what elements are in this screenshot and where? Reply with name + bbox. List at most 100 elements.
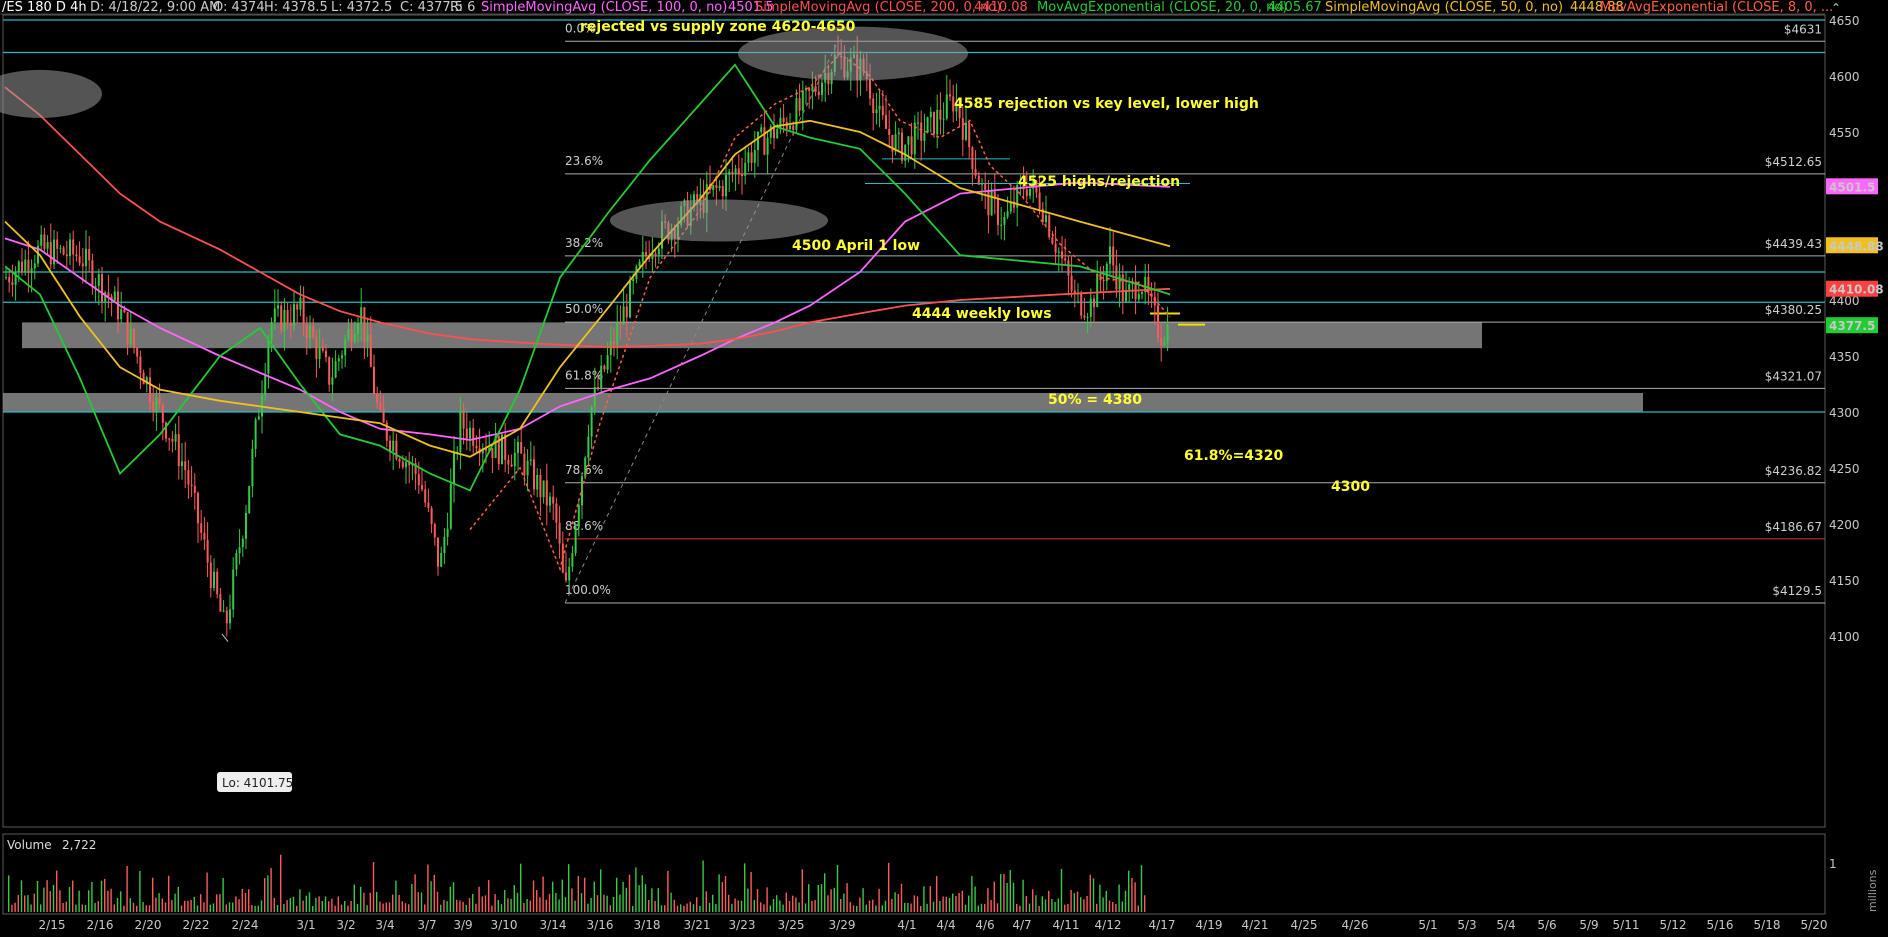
candle-body xyxy=(56,239,59,249)
volume-bar xyxy=(366,905,368,912)
volume-bar xyxy=(763,904,765,912)
candle-body xyxy=(376,393,379,403)
volume-bar xyxy=(1134,882,1136,912)
volume-bar xyxy=(488,880,490,912)
volume-bar xyxy=(1096,903,1098,912)
volume-bar xyxy=(977,905,979,912)
date-tick-label: 4/26 xyxy=(1342,918,1369,932)
volume-bar xyxy=(72,880,74,912)
candle-body xyxy=(81,263,84,267)
study-label-3[interactable]: MovAvgExponential (CLOSE, 20, 0, no) xyxy=(1037,0,1287,15)
fib-pct-label: 38.2% xyxy=(565,236,603,250)
candle-body xyxy=(555,503,558,523)
volume-bar xyxy=(667,870,669,912)
date-tick-label: 3/7 xyxy=(417,918,436,932)
highlight-ellipse xyxy=(610,199,828,242)
date-tick-label: 2/15 xyxy=(39,918,66,932)
candle-body xyxy=(782,117,785,123)
candle-body xyxy=(811,86,814,91)
volume-bar xyxy=(334,905,336,912)
candle-body xyxy=(363,307,366,342)
candle-body xyxy=(933,111,935,135)
candle-body xyxy=(536,475,539,490)
candle-body xyxy=(945,94,948,119)
candle-body xyxy=(984,183,987,190)
volume-bar xyxy=(731,903,733,912)
candle-body xyxy=(897,132,900,135)
candle-body xyxy=(654,253,657,255)
candle-body xyxy=(625,306,628,318)
volume-bar xyxy=(948,897,951,912)
volume-bar xyxy=(990,900,992,912)
volume-bar xyxy=(664,905,666,912)
candle-body xyxy=(718,186,721,189)
volume-bar xyxy=(718,874,720,912)
candle-body xyxy=(267,339,270,374)
candle-body xyxy=(1057,251,1060,253)
volume-bar xyxy=(283,903,285,912)
date-tick-label: 4/1 xyxy=(897,918,916,932)
chevron-icon[interactable]: ⌃ xyxy=(1831,1,1841,15)
candle-body xyxy=(270,322,273,340)
fib-pct-label: 23.6% xyxy=(565,154,603,168)
candle-body xyxy=(885,115,887,129)
volume-bar xyxy=(897,894,899,912)
volume-bar xyxy=(203,902,205,912)
candle-body xyxy=(101,274,103,302)
candle-body xyxy=(923,132,926,141)
candle-body xyxy=(430,508,433,525)
volume-bar xyxy=(696,897,698,912)
volume-bar xyxy=(1073,893,1075,912)
candle-body xyxy=(968,122,971,148)
volume-bar xyxy=(206,872,208,912)
candle-body xyxy=(491,448,494,458)
volume-bar xyxy=(945,896,947,912)
symbol-label[interactable]: /ES 180 D 4h xyxy=(2,0,87,15)
candle-body xyxy=(369,334,372,367)
candle-body xyxy=(126,312,129,345)
study-label-5[interactable]: MovAvgExponential (CLOSE, 8, 0, ... xyxy=(1600,0,1833,15)
volume-bar xyxy=(622,881,624,912)
volume-bar xyxy=(68,887,71,912)
candle-body xyxy=(341,355,343,359)
study-label-2[interactable]: SimpleMovingAvg (CLOSE, 200, 0, no) xyxy=(755,0,1001,15)
candle-body xyxy=(62,247,65,255)
volume-bar xyxy=(811,900,813,912)
candle-body xyxy=(549,496,551,506)
candle-body xyxy=(331,377,334,385)
volume-bar xyxy=(740,900,743,912)
volume-bar xyxy=(126,866,128,912)
date-tick-label: 3/1 xyxy=(296,918,315,932)
volume-bar xyxy=(708,902,711,912)
volume-bar xyxy=(776,895,778,912)
candle-body xyxy=(305,324,308,339)
chart-canvas[interactable]: /ES 180 D 4h D: 4/18/22, 9:00 AM O: 4374… xyxy=(0,0,1888,937)
candle-body xyxy=(817,91,820,96)
candle-body xyxy=(158,396,161,405)
candle-body xyxy=(731,171,734,174)
study-value-3: 4405.67 xyxy=(1268,0,1322,15)
date-tick-label: 4/19 xyxy=(1196,918,1223,932)
volume-bar xyxy=(641,875,643,912)
candle-body xyxy=(552,496,555,504)
candle-body xyxy=(168,438,171,440)
volume-bar xyxy=(846,883,848,912)
study-label-4[interactable]: SimpleMovingAvg (CLOSE, 50, 0, no) xyxy=(1325,0,1563,15)
candle-body xyxy=(443,536,446,554)
price-tag: 4377.5 xyxy=(1826,317,1878,334)
candle-body xyxy=(737,168,740,174)
chart-root: /ES 180 D 4h D: 4/18/22, 9:00 AM O: 4374… xyxy=(0,0,1888,937)
bar-low: L: 4372.5 xyxy=(331,0,392,15)
candle-body xyxy=(286,310,289,323)
volume-bar xyxy=(1044,899,1047,912)
candle-body xyxy=(337,358,340,362)
volume-bar xyxy=(350,900,352,912)
volume-bar xyxy=(244,892,247,912)
candle-body xyxy=(142,372,145,385)
price-tick-label: 4600 xyxy=(1829,70,1860,84)
candle-body xyxy=(613,340,615,345)
volume-bar xyxy=(1032,889,1034,912)
volume-bar xyxy=(603,894,605,912)
candle-body xyxy=(133,329,135,348)
study-label-1[interactable]: SimpleMovingAvg (CLOSE, 100, 0, no) xyxy=(481,0,727,15)
